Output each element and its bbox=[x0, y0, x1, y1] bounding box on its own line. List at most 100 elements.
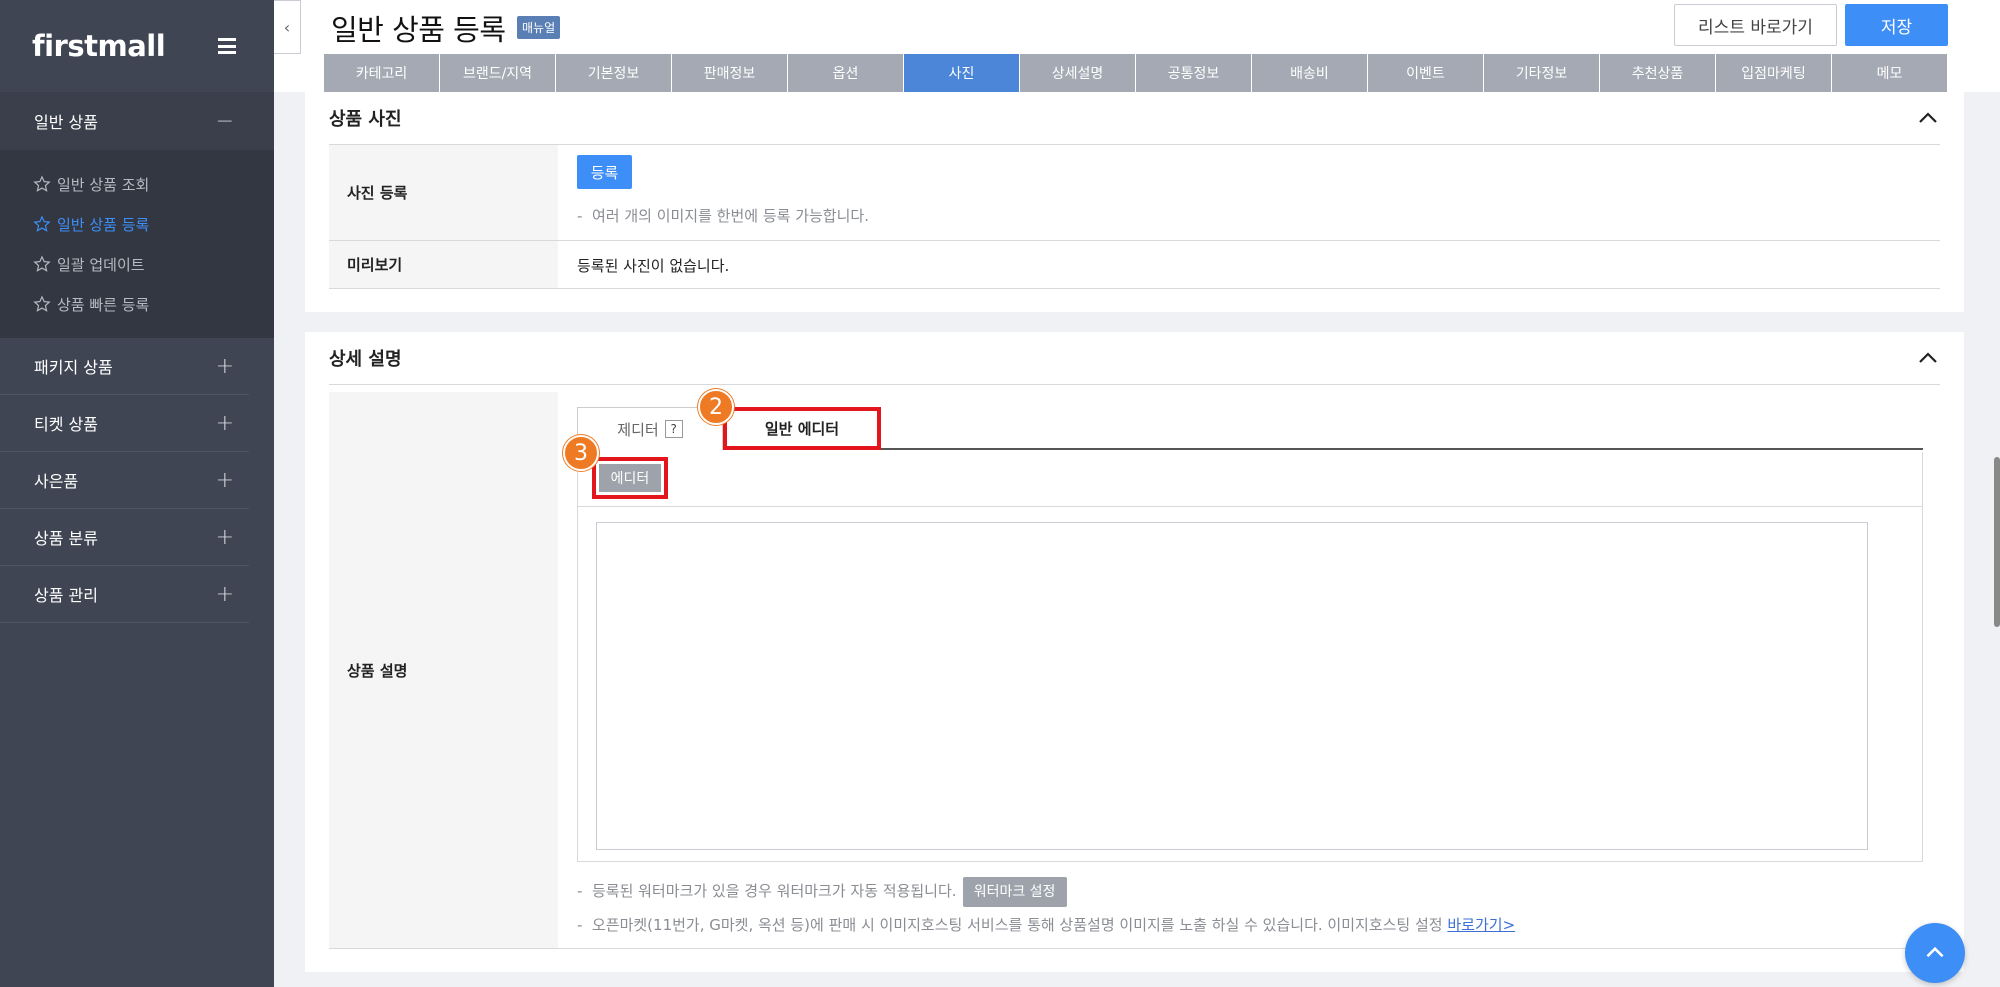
scroll-to-top-button[interactable] bbox=[1905, 923, 1965, 983]
detail-section-header: 상세 설명 bbox=[329, 332, 1940, 385]
step-3-badge: 3 bbox=[563, 435, 599, 471]
tab-memo[interactable]: 메모 bbox=[1832, 54, 1947, 92]
expand-plus-icon[interactable]: + bbox=[216, 411, 234, 436]
register-note: - 여러 개의 이미지를 한번에 등록 가능합니다. bbox=[577, 205, 869, 226]
editor-tabs: 제디터 ? 일반 에디터 bbox=[577, 407, 1923, 450]
chevron-up-icon[interactable] bbox=[1916, 346, 1940, 370]
row-label: 사진 등록 bbox=[329, 145, 558, 240]
tab-brand-region[interactable]: 브랜드/지역 bbox=[440, 54, 555, 92]
row-label: 미리보기 bbox=[329, 241, 558, 288]
description-row: 상품 설명 제디터 ? 일반 에디터 에디터 2 3 - 등록된 워터마크가 있… bbox=[329, 389, 1940, 949]
image-hosting-link[interactable]: 바로가기> bbox=[1447, 916, 1515, 934]
sidebar-subitem-label: 일반 상품 등록 bbox=[57, 215, 150, 234]
scrollbar-thumb[interactable] bbox=[1994, 457, 2000, 627]
editor-frame: 에디터 bbox=[577, 452, 1923, 862]
sidebar-item-label: 상품 분류 bbox=[34, 529, 98, 548]
photo-register-row: 사진 등록 등록 - 여러 개의 이미지를 한번에 등록 가능합니다. bbox=[329, 145, 1940, 241]
sidebar-item-product-management[interactable]: 상품 관리 + bbox=[0, 566, 249, 623]
star-icon bbox=[33, 255, 51, 272]
row-value: 등록된 사진이 없습니다. bbox=[558, 241, 1940, 288]
photo-section: 상품 사진 사진 등록 등록 - 여러 개의 이미지를 한번에 등록 가능합니다… bbox=[305, 92, 1964, 312]
hamburger-menu-icon[interactable] bbox=[218, 38, 236, 54]
sidebar-subitem-label: 일괄 업데이트 bbox=[57, 255, 145, 274]
logo[interactable]: firstmall bbox=[32, 29, 166, 63]
sidebar-item-general-products[interactable]: 일반 상품 − bbox=[0, 92, 274, 150]
tab-common-info[interactable]: 공통정보 bbox=[1136, 54, 1251, 92]
expand-plus-icon[interactable]: + bbox=[216, 525, 234, 550]
image-hosting-note: - 오픈마켓(11번가, G마켓, 옥션 등)에 판매 시 이미지호스팅 서비스… bbox=[577, 914, 1515, 935]
sidebar-submenu: 일반 상품 조회 일반 상품 등록 일괄 업데이트 상품 빠른 등록 bbox=[0, 150, 274, 338]
star-icon bbox=[33, 215, 51, 232]
step-2-badge: 2 bbox=[698, 389, 734, 425]
note-text: 여러 개의 이미지를 한번에 등록 가능합니다. bbox=[591, 207, 869, 225]
tab-photos[interactable]: 사진 bbox=[904, 54, 1019, 92]
tab-basic-info[interactable]: 기본정보 bbox=[556, 54, 671, 92]
tab-category[interactable]: 카테고리 bbox=[324, 54, 439, 92]
sidebar-logo-row: firstmall bbox=[0, 0, 274, 92]
sidebar-subitem-label: 일반 상품 조회 bbox=[57, 175, 150, 194]
note-dash: - bbox=[577, 207, 583, 225]
sidebar-subitem-label: 상품 빠른 등록 bbox=[57, 295, 150, 314]
manual-badge[interactable]: 매뉴얼 bbox=[517, 16, 561, 39]
sidebar-item-product-category[interactable]: 상품 분류 + bbox=[0, 509, 249, 566]
page-scrollbar[interactable] bbox=[1994, 92, 2000, 987]
tab-general-editor[interactable]: 일반 에디터 bbox=[723, 407, 881, 450]
watermark-note: - 등록된 워터마크가 있을 경우 워터마크가 자동 적용됩니다. 워터마크 설정 bbox=[577, 876, 1067, 907]
tab-sales-info[interactable]: 판매정보 bbox=[672, 54, 787, 92]
watermark-settings-button[interactable]: 워터마크 설정 bbox=[962, 876, 1067, 907]
row-value: 제디터 ? 일반 에디터 에디터 2 3 - 등록된 워터마크가 있을 경우 워… bbox=[558, 389, 1940, 948]
description-textarea[interactable] bbox=[596, 522, 1868, 850]
register-photo-button[interactable]: 등록 bbox=[577, 155, 632, 189]
sidebar-collapse-button[interactable]: ‹ bbox=[274, 0, 301, 54]
section-tabs: 카테고리 브랜드/지역 기본정보 판매정보 옵션 사진 상세설명 공통정보 배송… bbox=[324, 54, 1948, 92]
note-text: 오픈마켓(11번가, G마켓, 옥션 등)에 판매 시 이미지호스팅 서비스를 … bbox=[591, 916, 1443, 934]
expand-plus-icon[interactable]: + bbox=[216, 582, 234, 607]
help-icon[interactable]: ? bbox=[664, 420, 683, 438]
tab-shipping[interactable]: 배송비 bbox=[1252, 54, 1367, 92]
photo-preview-row: 미리보기 등록된 사진이 없습니다. bbox=[329, 241, 1940, 289]
tab-store-marketing[interactable]: 입점마케팅 bbox=[1716, 54, 1831, 92]
sidebar-item-label: 패키지 상품 bbox=[34, 358, 113, 377]
star-icon bbox=[33, 295, 51, 312]
expand-plus-icon[interactable]: + bbox=[216, 354, 234, 379]
detail-section: 상세 설명 상품 설명 제디터 ? 일반 에디터 에디터 2 3 - 등록된 워… bbox=[305, 332, 1964, 972]
button-label: 에디터 bbox=[599, 464, 661, 492]
save-button[interactable]: 저장 bbox=[1845, 4, 1948, 46]
sidebar-item-gifts[interactable]: 사은품 + bbox=[0, 452, 249, 509]
note-dash: - bbox=[577, 882, 583, 900]
page-title: 일반 상품 등록 bbox=[331, 13, 506, 47]
preview-empty-text: 등록된 사진이 없습니다. bbox=[577, 257, 730, 275]
tab-description[interactable]: 상세설명 bbox=[1020, 54, 1135, 92]
sidebar-subitem-product-list[interactable]: 일반 상품 조회 bbox=[0, 164, 274, 204]
sidebar-item-label: 사은품 bbox=[34, 472, 79, 491]
tab-recommended[interactable]: 추천상품 bbox=[1600, 54, 1715, 92]
sidebar-item-package-products[interactable]: 패키지 상품 + bbox=[0, 338, 249, 395]
chevron-up-icon[interactable] bbox=[1916, 106, 1940, 130]
tab-events[interactable]: 이벤트 bbox=[1368, 54, 1483, 92]
note-dash: - bbox=[577, 916, 583, 934]
sidebar-group-general: 일반 상품 − 일반 상품 조회 일반 상품 등록 일괄 업데이트 상품 빠른 … bbox=[0, 92, 274, 338]
star-icon bbox=[33, 175, 51, 192]
section-title: 상품 사진 bbox=[329, 109, 402, 130]
open-editor-button[interactable]: 에디터 bbox=[592, 457, 668, 499]
list-shortcut-button[interactable]: 리스트 바로가기 bbox=[1674, 4, 1837, 46]
row-label: 상품 설명 bbox=[329, 392, 558, 948]
sidebar-subitem-quick-register[interactable]: 상품 빠른 등록 bbox=[0, 284, 274, 324]
tab-options[interactable]: 옵션 bbox=[788, 54, 903, 92]
row-value: 등록 - 여러 개의 이미지를 한번에 등록 가능합니다. bbox=[558, 145, 1940, 240]
section-title: 상세 설명 bbox=[329, 349, 402, 370]
sidebar-item-ticket-products[interactable]: 티켓 상품 + bbox=[0, 395, 249, 452]
editor-toolbar: 에디터 bbox=[578, 452, 1922, 507]
sidebar-subitem-product-register[interactable]: 일반 상품 등록 bbox=[0, 204, 274, 244]
sidebar-subitem-bulk-update[interactable]: 일괄 업데이트 bbox=[0, 244, 274, 284]
top-header: ‹ 일반 상품 등록 매뉴얼 리스트 바로가기 저장 카테고리 브랜드/지역 기… bbox=[274, 0, 2000, 92]
sidebar-item-label: 상품 관리 bbox=[34, 586, 98, 605]
chevron-up-icon bbox=[1926, 946, 1944, 958]
sidebar-item-label: 티켓 상품 bbox=[34, 415, 98, 434]
sidebar: firstmall 일반 상품 − 일반 상품 조회 일반 상품 등록 일괄 업… bbox=[0, 0, 274, 987]
tab-label: 제디터 bbox=[617, 420, 659, 439]
collapse-minus-icon[interactable]: − bbox=[216, 109, 234, 134]
expand-plus-icon[interactable]: + bbox=[216, 468, 234, 493]
note-text: 등록된 워터마크가 있을 경우 워터마크가 자동 적용됩니다. bbox=[591, 882, 957, 900]
tab-other-info[interactable]: 기타정보 bbox=[1484, 54, 1599, 92]
